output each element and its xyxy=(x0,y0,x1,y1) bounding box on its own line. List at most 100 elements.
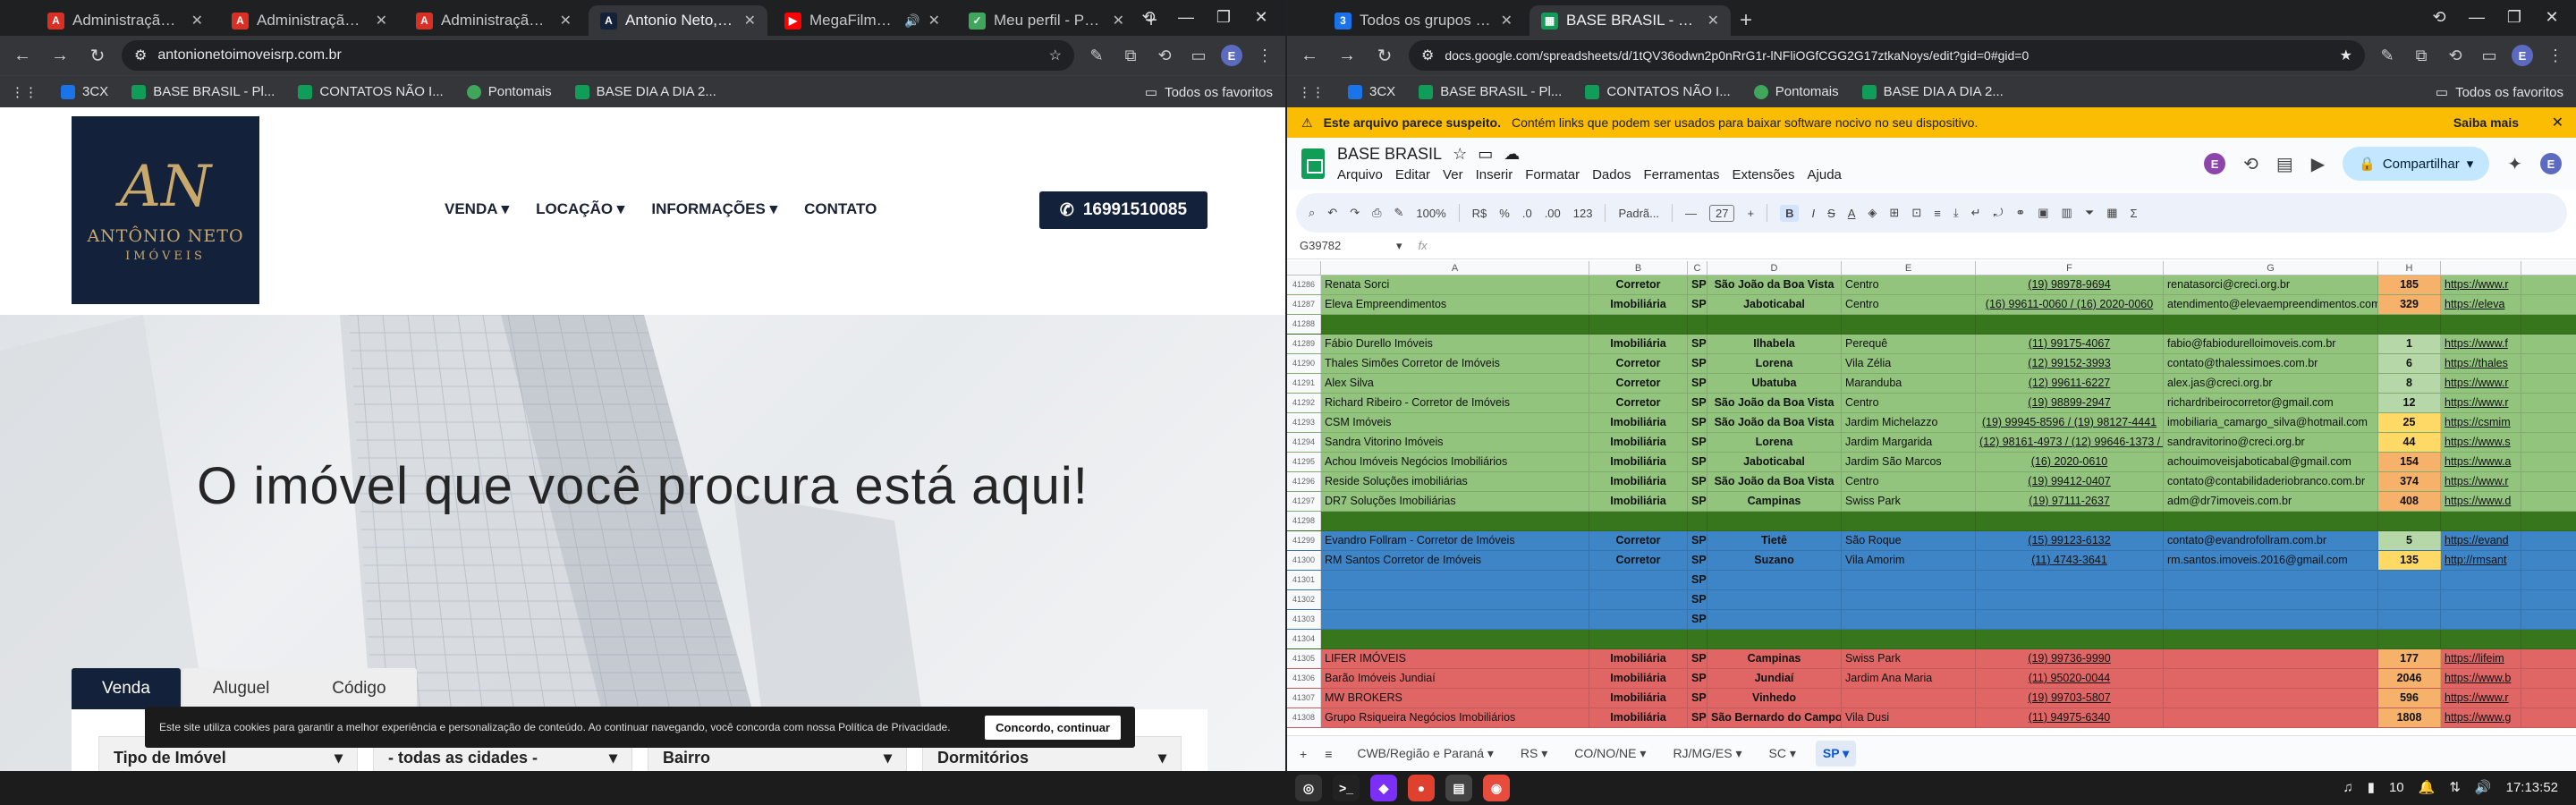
browser-tab[interactable]: ▦ BASE BRASIL - Planilhas Goo ✕ xyxy=(1530,5,1731,36)
link-icon[interactable]: ⚭ xyxy=(2015,206,2025,220)
cell-district[interactable]: Vila Zélia xyxy=(1842,354,1976,373)
cell-district[interactable]: Swiss Park xyxy=(1842,492,1976,511)
cell-type[interactable]: Corretor xyxy=(1589,275,1688,294)
document-title[interactable]: BASE BRASIL xyxy=(1337,145,1442,164)
collaborator-avatar[interactable]: E xyxy=(2204,153,2226,174)
number-format-button[interactable]: 123 xyxy=(1573,207,1593,220)
cell-state[interactable]: SP xyxy=(1688,335,1707,353)
cell-link[interactable] xyxy=(2441,315,2521,334)
font-size-increase[interactable]: + xyxy=(1747,207,1754,220)
bookmark-item[interactable]: CONTATOS NÃO I... xyxy=(298,84,444,99)
cell-email[interactable] xyxy=(2164,630,2378,648)
table-row[interactable]: 41292 Richard Ribeiro - Corretor de Imóve… xyxy=(1287,394,2576,413)
row-number[interactable]: 41292 xyxy=(1287,394,1321,412)
cell-city[interactable]: São João da Boa Vista xyxy=(1707,275,1842,294)
cell-link[interactable] xyxy=(2441,610,2521,629)
profile-avatar[interactable]: E xyxy=(2512,45,2533,66)
font-select[interactable]: Padrã... xyxy=(1618,207,1659,220)
bookmark-item[interactable]: BASE DIA A DIA 2... xyxy=(1861,84,2004,99)
menu-item[interactable]: Ferramentas xyxy=(1643,167,1719,182)
cell-city[interactable] xyxy=(1707,610,1842,629)
sound-icon[interactable]: ♫ xyxy=(2343,780,2352,795)
cell-phone[interactable]: (12) 98161-4973 / (12) 99646-1373 / (12)… xyxy=(1976,433,2164,452)
table-row[interactable]: 41308 Grupo Rsiqueira Negócios Imobiliári… xyxy=(1287,708,2576,728)
cell-link[interactable]: http://rmsant xyxy=(2441,551,2521,570)
comment-icon[interactable]: ▣ xyxy=(2038,206,2048,220)
menu-item[interactable]: Ajuda xyxy=(1808,167,1842,182)
cell-link[interactable]: https://www.s xyxy=(2441,433,2521,452)
row-number[interactable]: 41289 xyxy=(1287,335,1321,353)
tab-close-icon[interactable]: ✕ xyxy=(928,12,940,30)
cell-phone[interactable] xyxy=(1976,571,2164,589)
sheet-tab[interactable]: CO/NO/NE ▾ xyxy=(1567,741,1653,767)
table-row[interactable]: 41304 xyxy=(1287,630,2576,649)
row-number[interactable]: 41302 xyxy=(1287,590,1321,609)
close-icon[interactable]: ✕ xyxy=(2552,114,2563,131)
cell-phone[interactable] xyxy=(1976,315,2164,334)
notification-icon[interactable]: 🔔 xyxy=(2419,779,2436,795)
bookmark-item[interactable]: BASE BRASIL - Pl... xyxy=(1419,84,1562,99)
cell-count[interactable]: 596 xyxy=(2378,689,2441,708)
cell-city[interactable] xyxy=(1707,571,1842,589)
speaker-icon[interactable]: 🔊 xyxy=(904,13,919,29)
menu-item[interactable]: Inserir xyxy=(1476,167,1513,182)
cell-city[interactable]: Jundiaí xyxy=(1707,669,1842,688)
search-tab[interactable]: Código xyxy=(301,668,417,709)
cell-type[interactable]: Corretor xyxy=(1589,551,1688,570)
volume-icon[interactable]: 🔊 xyxy=(2475,779,2492,795)
undo-icon[interactable]: ↶ xyxy=(1327,206,1337,220)
row-number[interactable]: 41299 xyxy=(1287,531,1321,550)
column-header[interactable]: G xyxy=(2164,261,2378,275)
cell-phone[interactable] xyxy=(1976,610,2164,629)
cell-state[interactable]: SP xyxy=(1688,649,1707,668)
cell-city[interactable]: Campinas xyxy=(1707,649,1842,668)
cloud-status-icon[interactable]: ☁ xyxy=(1504,145,1520,164)
row-number[interactable]: 41306 xyxy=(1287,669,1321,688)
text-color-button[interactable]: A xyxy=(1848,207,1856,220)
tab-close-icon[interactable]: ✕ xyxy=(1501,12,1513,30)
cell-link[interactable]: https://eleva xyxy=(2441,295,2521,314)
cell-name[interactable] xyxy=(1321,315,1589,334)
cell-name[interactable] xyxy=(1321,512,1589,530)
table-row[interactable]: 41299 Evandro Follram - Corretor de Imóve… xyxy=(1287,531,2576,551)
tab-close-icon[interactable]: ✕ xyxy=(560,12,572,30)
cell-type[interactable] xyxy=(1589,610,1688,629)
cell-type[interactable]: Imobiliária xyxy=(1589,472,1688,491)
browser-tab[interactable]: A Antonio Neto, Imóveis ✕ xyxy=(589,5,767,36)
cell-email[interactable]: sandravitorino@creci.org.br xyxy=(2164,433,2378,452)
cell-district[interactable]: Maranduba xyxy=(1842,374,1976,393)
cell-city[interactable]: São Bernardo do Campo xyxy=(1707,708,1842,727)
tab-close-icon[interactable]: ✕ xyxy=(376,12,387,30)
cell-district[interactable] xyxy=(1842,571,1976,589)
cell-district[interactable]: Centro xyxy=(1842,394,1976,412)
cell-state[interactable] xyxy=(1688,630,1707,648)
cell-count[interactable]: 6 xyxy=(2378,354,2441,373)
cell-link[interactable]: https://www.r xyxy=(2441,275,2521,294)
table-row[interactable]: 41293 CSM Imóveis Imobiliária SP São João da… xyxy=(1287,413,2576,433)
address-bar[interactable]: ⚙ docs.google.com/spreadsheets/d/1tQV36o… xyxy=(1409,40,2365,71)
column-header[interactable]: C xyxy=(1688,261,1707,275)
tab-close-icon[interactable]: ✕ xyxy=(1707,12,1719,30)
cell-phone[interactable]: (11) 99175-4067 xyxy=(1976,335,2164,353)
table-row[interactable]: 41291 Alex Silva Corretor SP Ubatuba Marandub… xyxy=(1287,374,2576,394)
table-row[interactable]: 41288 xyxy=(1287,315,2576,335)
cell-email[interactable]: rm.santos.imoveis.2016@gmail.com xyxy=(2164,551,2378,570)
cell-count[interactable]: 1 xyxy=(2378,335,2441,353)
network-icon[interactable]: ⇅ xyxy=(2449,779,2461,795)
cell-type[interactable]: Corretor xyxy=(1589,531,1688,550)
cell-phone[interactable]: (12) 99152-3993 xyxy=(1976,354,2164,373)
cell-email[interactable] xyxy=(2164,689,2378,708)
table-row[interactable]: 41298 xyxy=(1287,512,2576,531)
tab-close-icon[interactable]: ✕ xyxy=(1113,12,1124,30)
cookie-accept-button[interactable]: Concordo, continuar xyxy=(985,715,1121,740)
nav-item[interactable]: CONTATO xyxy=(804,200,877,218)
cell-state[interactable] xyxy=(1688,512,1707,530)
cell-link[interactable]: https://www.a xyxy=(2441,453,2521,471)
cell-link[interactable]: https://www.f xyxy=(2441,335,2521,353)
add-sheet-icon[interactable]: + xyxy=(1300,747,1307,761)
cell-link[interactable] xyxy=(2441,630,2521,648)
cell-district[interactable]: Jardim São Marcos xyxy=(1842,453,1976,471)
cell-link[interactable]: https://thales xyxy=(2441,354,2521,373)
cell-count[interactable]: 2046 xyxy=(2378,669,2441,688)
cell-district[interactable] xyxy=(1842,315,1976,334)
